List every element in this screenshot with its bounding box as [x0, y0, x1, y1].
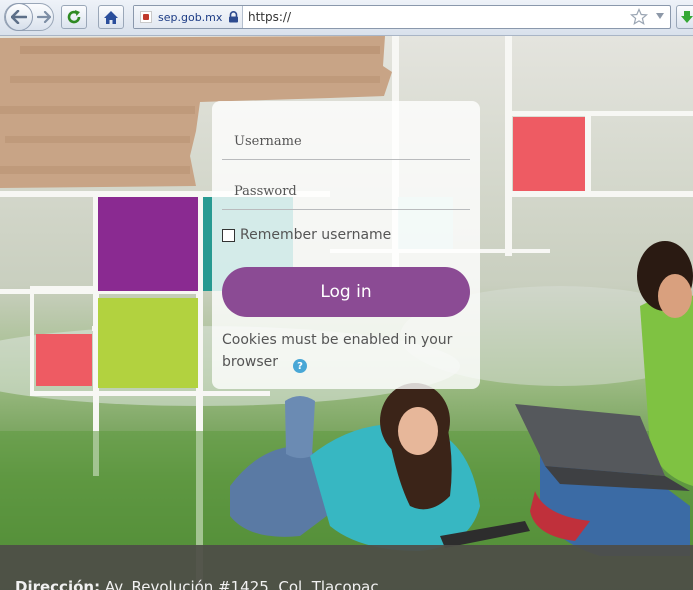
username-field[interactable]: Username [222, 128, 470, 160]
download-icon [681, 11, 693, 23]
download-button[interactable] [676, 5, 693, 29]
back-arrow-icon [11, 10, 27, 24]
remember-username-label[interactable]: Remember username [240, 227, 391, 243]
site-favicon [140, 11, 152, 23]
tile-red-left [36, 334, 92, 386]
reload-icon [67, 10, 81, 24]
reload-button[interactable] [61, 5, 87, 29]
footer-address-text: Av. Revolución #1425, Col. Tlacopac [104, 578, 379, 590]
footer-address: Dirección: Av. Revolución #1425, Col. Tl… [15, 578, 379, 590]
login-button[interactable]: Log in [222, 267, 470, 317]
remember-username[interactable]: Remember username [222, 225, 391, 245]
url-bar[interactable]: sep.gob.mx https:// [133, 5, 671, 29]
browser-toolbar: sep.gob.mx https:// [0, 0, 693, 36]
cookies-notice: Cookies must be enabled in your browser [222, 332, 453, 370]
login-form: Username Password Remember username Log … [212, 101, 480, 389]
forward-button[interactable] [35, 8, 53, 26]
star-icon[interactable] [630, 8, 648, 26]
site-identity-label: sep.gob.mx [158, 10, 223, 24]
home-button[interactable] [98, 5, 124, 29]
forward-arrow-icon [37, 11, 51, 23]
password-placeholder: Password [234, 184, 297, 199]
chevron-down-icon[interactable] [655, 12, 665, 20]
tile-purple [98, 197, 198, 291]
lock-icon [229, 11, 239, 23]
username-placeholder: Username [234, 134, 302, 149]
help-icon[interactable]: ? [293, 359, 307, 373]
url-text[interactable]: https:// [248, 10, 291, 24]
back-button[interactable] [5, 3, 33, 31]
site-identity[interactable]: sep.gob.mx [134, 6, 243, 28]
footer: Dirección: Av. Revolución #1425, Col. Tl… [0, 545, 693, 590]
page-viewport: Username Password Remember username Log … [0, 36, 693, 590]
tile-red-right [513, 117, 585, 191]
remember-username-checkbox[interactable] [222, 228, 235, 242]
password-field[interactable]: Password [222, 178, 470, 210]
footer-address-label: Dirección: [15, 578, 101, 590]
home-icon [104, 10, 118, 24]
tile-lime [98, 298, 198, 388]
